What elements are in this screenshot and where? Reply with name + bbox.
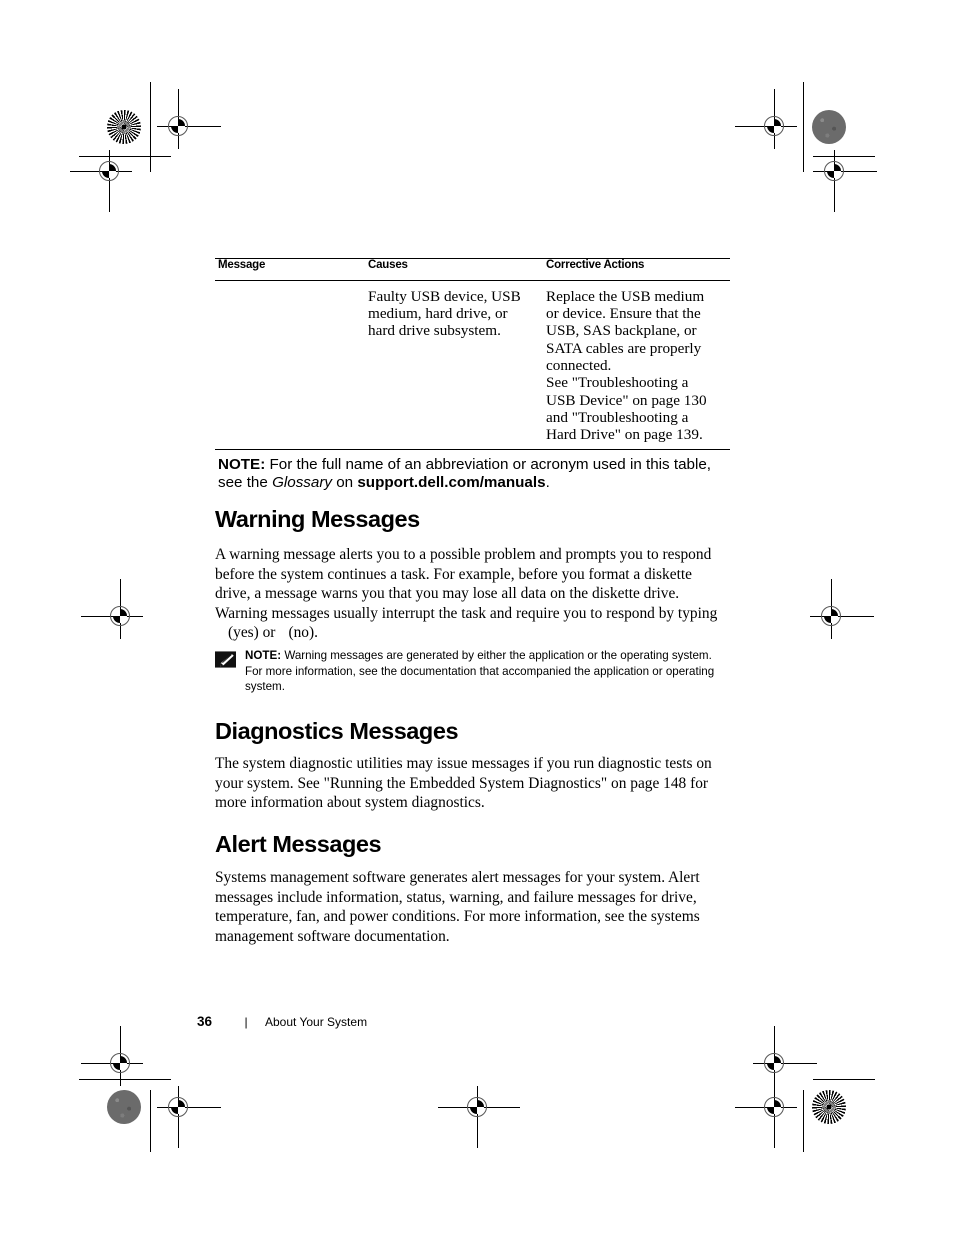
column-header-causes: Causes	[365, 258, 543, 281]
footer-page-number: 36	[197, 1014, 213, 1029]
pencil-note-icon	[215, 651, 236, 668]
registration-mark-top-left	[157, 89, 221, 149]
footer-chapter-title: About Your System	[265, 1015, 368, 1029]
cell-message	[215, 280, 365, 451]
crop-line-top-right-v	[803, 82, 804, 172]
crop-line-top-right-h	[813, 156, 875, 157]
paragraph-alert-messages: Systems management software generates al…	[215, 869, 700, 945]
column-header-corrective-actions: Corrective Actions	[543, 258, 730, 281]
page-footer: 36 | About Your System	[197, 1014, 367, 1029]
table-footnote: NOTE: For the full name of an abbreviati…	[215, 450, 730, 495]
crop-line-top-left-h	[79, 156, 171, 157]
crop-line-bottom-right-h	[813, 1079, 875, 1080]
paragraph-warning-no: (no).	[288, 624, 318, 642]
registration-mark-lower-right	[753, 1026, 817, 1086]
footnote-text-after: .	[545, 473, 550, 491]
star-target-bottom-right	[812, 1090, 846, 1124]
dot-target-top-right	[812, 110, 846, 144]
heading-alert-messages: Alert Messages	[215, 831, 382, 857]
footnote-glossary-term: Glossary	[272, 473, 332, 491]
footnote-url: support.dell.com/manuals	[357, 473, 546, 491]
note-callout: NOTE: Warning messages are generated by …	[215, 648, 715, 695]
note-callout-body: Warning messages are generated by either…	[245, 649, 715, 694]
heading-warning-messages: Warning Messages	[215, 506, 420, 532]
registration-mark-middle-right	[810, 579, 874, 639]
note-callout-label: NOTE:	[245, 649, 282, 662]
footer-separator: |	[244, 1015, 248, 1029]
system-messages-table: Message Causes Corrective Actions Faulty…	[215, 258, 730, 495]
paragraph-warning-yes: (yes) or	[228, 624, 276, 642]
note-callout-text: NOTE: Warning messages are generated by …	[245, 648, 715, 695]
registration-mark-upper-left	[70, 150, 132, 212]
heading-diagnostics-messages: Diagnostics Messages	[215, 718, 459, 744]
paragraph-diagnostics-messages: The system diagnostic utilities may issu…	[215, 755, 712, 812]
column-header-message: Message	[215, 258, 365, 281]
registration-mark-top-right	[735, 89, 797, 149]
table-header-row: Message Causes Corrective Actions	[215, 258, 730, 281]
star-target-top-left	[107, 110, 141, 144]
paragraph-warning-messages: A warning message alerts you to a possib…	[215, 545, 720, 643]
registration-mark-bottom-right	[735, 1086, 797, 1148]
crop-line-bottom-left-v	[150, 1090, 151, 1152]
crop-line-top-left-v	[150, 82, 151, 172]
registration-mark-bottom-left	[157, 1086, 221, 1148]
document-page: Message Causes Corrective Actions Faulty…	[197, 0, 730, 1235]
registration-mark-middle-left	[81, 579, 143, 639]
crop-line-bottom-left-h	[79, 1079, 171, 1080]
registration-mark-lower-left	[81, 1026, 143, 1086]
table-footnote-row: NOTE: For the full name of an abbreviati…	[215, 450, 730, 495]
cell-corrective: Replace the USB medium or device. Ensure…	[543, 280, 730, 451]
registration-mark-upper-right	[813, 150, 877, 212]
cell-causes: Faulty USB device, USB medium, hard driv…	[365, 280, 543, 451]
crop-line-bottom-right-v	[803, 1090, 804, 1152]
paragraph-warning-part1: A warning message alerts you to a possib…	[215, 546, 718, 622]
footnote-text-middle: on	[336, 473, 354, 491]
footnote-label: NOTE:	[218, 456, 266, 474]
table-row: Faulty USB device, USB medium, hard driv…	[215, 280, 730, 451]
dot-target-bottom-left	[107, 1090, 141, 1124]
